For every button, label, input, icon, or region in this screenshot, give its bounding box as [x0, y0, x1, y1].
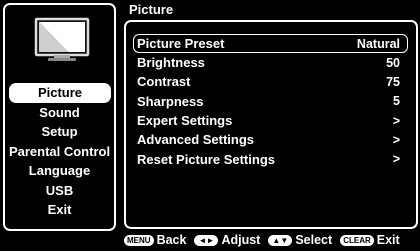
sidebar-item-parental-control[interactable]: Parental Control [5, 142, 114, 162]
up-down-arrows-icon: ▲▼ [268, 234, 293, 246]
exit-hint[interactable]: Exit [377, 233, 400, 247]
sidebar-panel: Picture Sound Setup Parental Control Lan… [3, 3, 116, 231]
sidebar-item-sound[interactable]: Sound [5, 103, 114, 123]
setting-value: 75 [386, 74, 400, 89]
setting-label: Brightness [137, 55, 205, 71]
sidebar-item-usb[interactable]: USB [5, 181, 114, 201]
tv-icon [34, 17, 90, 61]
clear-key-icon: CLEAR [340, 234, 374, 246]
sidebar-item-picture[interactable]: Picture [9, 83, 111, 103]
chevron-right-icon: > [392, 113, 400, 128]
setting-picture-preset[interactable]: Picture Preset Natural [133, 34, 408, 53]
settings-list: Picture Preset Natural Brightness 50 Con… [133, 34, 408, 169]
page-title: Picture [129, 2, 174, 17]
sidebar-menu: Picture Sound Setup Parental Control Lan… [5, 83, 114, 220]
setting-value: 5 [393, 94, 400, 109]
setting-label: Expert Settings [137, 113, 233, 129]
setting-value: 50 [386, 55, 400, 70]
sidebar-item-exit[interactable]: Exit [5, 200, 114, 220]
setting-advanced-settings[interactable]: Advanced Settings > [133, 130, 408, 149]
sidebar-item-setup[interactable]: Setup [5, 122, 114, 142]
setting-label: Reset Picture Settings [137, 151, 275, 167]
settings-panel: Picture Preset Natural Brightness 50 Con… [124, 20, 418, 229]
setting-sharpness[interactable]: Sharpness 5 [133, 92, 408, 111]
setting-label: Contrast [137, 74, 191, 90]
chevron-right-icon: > [392, 132, 400, 147]
setting-expert-settings[interactable]: Expert Settings > [133, 111, 408, 130]
setting-label: Picture Preset [137, 36, 225, 51]
setting-contrast[interactable]: Contrast 75 [133, 72, 408, 91]
left-right-arrows-icon: ◄► [194, 234, 219, 246]
setting-label: Sharpness [137, 93, 204, 109]
setting-brightness[interactable]: Brightness 50 [133, 53, 408, 72]
back-hint[interactable]: Back [157, 233, 187, 247]
setting-value: Natural [356, 36, 400, 51]
menu-key-icon: MENU [124, 234, 154, 246]
chevron-right-icon: > [392, 152, 400, 167]
setting-label: Advanced Settings [137, 132, 255, 148]
select-hint[interactable]: Select [295, 233, 332, 247]
sidebar-item-language[interactable]: Language [5, 161, 114, 181]
footer-key-hints: MENU Back ◄► Adjust ▲▼ Select CLEAR Exit [124, 232, 420, 248]
setting-reset-picture-settings[interactable]: Reset Picture Settings > [133, 149, 408, 168]
adjust-hint[interactable]: Adjust [221, 233, 260, 247]
